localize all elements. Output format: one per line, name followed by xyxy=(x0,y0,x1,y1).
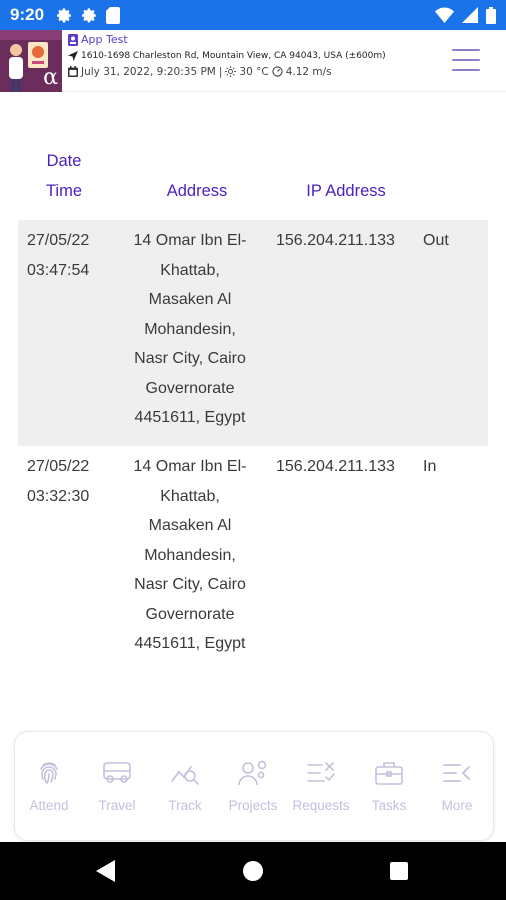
cell-time: 03:47:54 xyxy=(27,261,90,279)
address-line: 14 Omar Ibn El- xyxy=(133,458,247,475)
signal-icon xyxy=(462,7,478,23)
cell-ip: 156.204.211.133 xyxy=(276,458,395,475)
meta-row: July 31, 2022, 9:20:35 PM | 30 °C 4.12 m… xyxy=(68,64,448,79)
address-line: Mohandesin, xyxy=(144,320,236,338)
nav-label: Travel xyxy=(98,798,136,813)
address-line: Nasr City, Cairo xyxy=(134,576,246,593)
table-header: Date Time Address IP Address xyxy=(18,140,488,220)
cell-type: Out xyxy=(423,232,449,249)
app-header: α App Test 1610-1698 Charleston Rd, Moun… xyxy=(0,30,506,92)
cell-ip: 156.204.211.133 xyxy=(276,232,395,249)
cell-time: 03:32:30 xyxy=(27,487,90,505)
nav-item-travel[interactable]: Travel xyxy=(83,758,151,818)
column-header-date-time: Date Time xyxy=(28,146,100,206)
id-badge-icon xyxy=(68,33,78,46)
menu-line-icon xyxy=(452,49,480,51)
location-text: 1610-1698 Charleston Rd, Mountain View, … xyxy=(81,50,386,61)
battery-icon xyxy=(486,6,496,24)
temperature-text: 30 °C xyxy=(239,65,269,78)
nav-label: More xyxy=(441,798,473,813)
cell-date: 27/05/22 xyxy=(27,458,90,475)
address-line: Nasr City, Cairo xyxy=(134,350,246,367)
status-left-icons xyxy=(56,6,121,24)
fingerprint-icon xyxy=(34,758,64,788)
column-header-address: Address xyxy=(166,182,228,200)
system-recents-button[interactable] xyxy=(369,842,429,900)
gear-icon xyxy=(82,7,96,22)
system-navigation-bar xyxy=(0,842,506,900)
app-title-row: App Test xyxy=(68,32,448,47)
nav-label: Projects xyxy=(228,798,278,813)
nav-item-projects[interactable]: Projects xyxy=(219,758,287,818)
nav-label: Attend xyxy=(29,798,69,813)
nav-item-requests[interactable]: Requests xyxy=(287,758,355,818)
meta-separator: | xyxy=(218,65,223,78)
sd-card-icon xyxy=(106,6,121,24)
status-right-icons xyxy=(435,6,496,24)
app-logo: α xyxy=(0,30,62,92)
wind-text: 4.12 m/s xyxy=(285,65,332,78)
location-arrow-icon xyxy=(68,50,78,61)
nav-item-attend[interactable]: Attend xyxy=(15,758,83,818)
requests-icon xyxy=(306,758,336,788)
gear-icon xyxy=(57,7,71,22)
cell-address: 14 Omar Ibn El- Khattab, Masaken Al Moha… xyxy=(121,452,259,659)
table-row[interactable]: 27/05/22 03:32:30 14 Omar Ibn El- Khatta… xyxy=(18,446,488,672)
cell-date: 27/05/22 xyxy=(27,232,90,249)
status-time: 9:20 xyxy=(10,5,45,24)
track-icon xyxy=(170,758,200,788)
cell-type: In xyxy=(423,458,437,475)
nav-label: Tasks xyxy=(371,798,407,813)
nav-item-track[interactable]: Track xyxy=(151,758,219,818)
menu-line-icon xyxy=(452,69,480,71)
attendance-table: Date Time Address IP Address 27/05/22 03… xyxy=(18,140,488,672)
back-triangle-icon xyxy=(96,860,115,882)
cell-date-time: 27/05/22 03:32:30 xyxy=(27,452,117,511)
nav-label: Track xyxy=(168,798,202,813)
wifi-icon xyxy=(435,7,454,23)
status-bar: 9:20 xyxy=(0,0,506,30)
logo-alpha: α xyxy=(43,65,58,90)
table-row[interactable]: 27/05/22 03:47:54 14 Omar Ibn El- Khatta… xyxy=(18,220,488,446)
wind-gauge-icon xyxy=(272,66,283,77)
nav-item-more[interactable]: More xyxy=(423,758,491,818)
address-line: Masaken Al xyxy=(148,291,232,308)
home-circle-icon xyxy=(243,861,263,881)
address-line: 14 Omar Ibn El- xyxy=(133,232,247,249)
sun-icon xyxy=(225,66,237,77)
recents-square-icon xyxy=(390,862,408,880)
briefcase-icon xyxy=(374,758,404,788)
location-row: 1610-1698 Charleston Rd, Mountain View, … xyxy=(68,48,448,63)
cell-date-time: 27/05/22 03:47:54 xyxy=(27,226,117,285)
hamburger-menu-button[interactable] xyxy=(452,49,480,71)
address-line: Khattab, xyxy=(160,261,220,279)
address-line: 4451611, Egypt xyxy=(134,409,246,426)
bottom-navigation: Attend Travel Track Projects Requests Ta… xyxy=(14,731,494,841)
datetime-text: July 31, 2022, 9:20:35 PM xyxy=(81,65,216,78)
projects-icon xyxy=(238,758,268,788)
address-line: Masaken Al xyxy=(148,517,232,534)
system-home-button[interactable] xyxy=(223,842,283,900)
address-line: 4451611, Egypt xyxy=(134,635,246,652)
nav-label: Requests xyxy=(292,798,350,813)
column-header-date: Date xyxy=(46,152,82,170)
system-back-button[interactable] xyxy=(76,842,136,900)
header-info: App Test 1610-1698 Charleston Rd, Mounta… xyxy=(68,32,448,80)
bus-icon xyxy=(102,758,132,788)
column-header-ip: IP Address xyxy=(306,182,386,200)
address-line: Mohandesin, xyxy=(144,546,236,564)
address-line: Governorate xyxy=(145,605,235,623)
address-line: Khattab, xyxy=(160,487,220,505)
menu-line-icon xyxy=(452,59,480,61)
more-icon xyxy=(442,758,472,788)
app-title: App Test xyxy=(81,33,128,46)
column-header-time: Time xyxy=(45,182,83,200)
address-line: Governorate xyxy=(145,379,235,397)
nav-item-tasks[interactable]: Tasks xyxy=(355,758,423,818)
cell-address: 14 Omar Ibn El- Khattab, Masaken Al Moha… xyxy=(121,226,259,433)
calendar-icon xyxy=(68,66,78,77)
